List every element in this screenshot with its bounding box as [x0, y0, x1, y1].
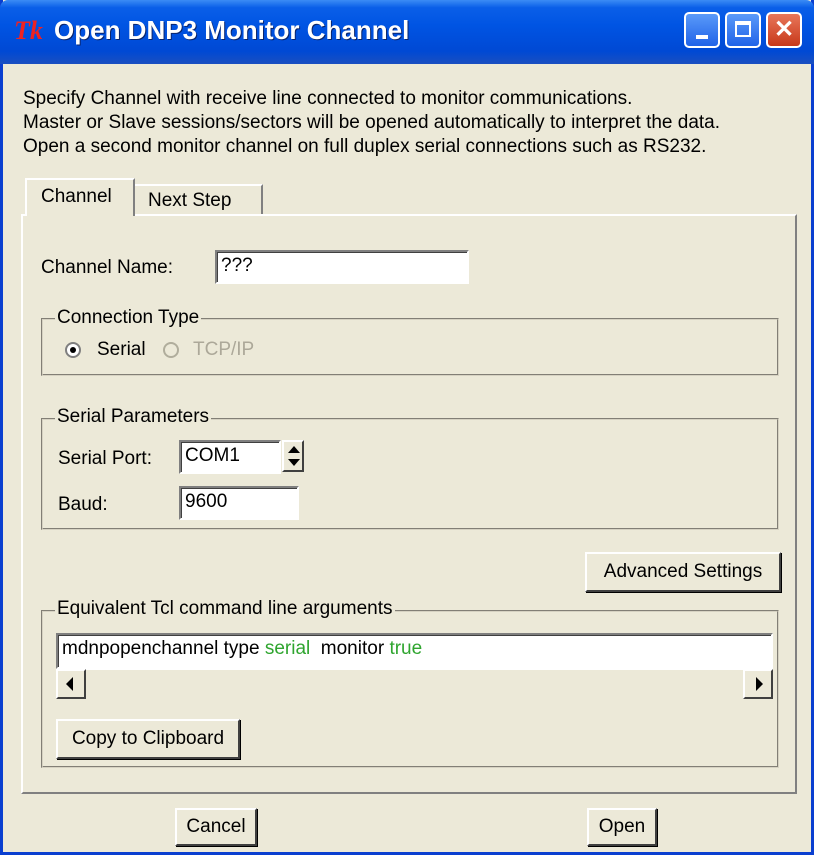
tcl-monitor-key: monitor	[310, 638, 390, 659]
cancel-button[interactable]: Cancel	[175, 808, 257, 846]
serial-port-input[interactable]: COM1	[179, 440, 281, 474]
spin-up-icon[interactable]	[288, 446, 300, 453]
connection-type-legend: Connection Type	[55, 307, 202, 329]
open-button[interactable]: Open	[587, 808, 657, 846]
channel-name-label: Channel Name:	[41, 257, 174, 278]
close-button[interactable]: ✕	[766, 12, 802, 48]
dialog-window: Tk Open DNP3 Monitor Channel ✕ Specify C…	[0, 0, 814, 855]
scroll-track[interactable]	[86, 669, 743, 700]
tcl-monitor-value: true	[389, 638, 423, 659]
serial-parameters-group	[41, 418, 779, 530]
spin-down-icon[interactable]	[288, 459, 300, 466]
tcl-horizontal-scrollbar[interactable]	[56, 669, 773, 700]
title-bar[interactable]: Tk Open DNP3 Monitor Channel ✕	[0, 0, 814, 64]
tcpip-radio	[163, 342, 179, 358]
scroll-left-icon[interactable]	[56, 669, 86, 699]
baud-input[interactable]: 9600	[179, 486, 299, 520]
channel-name-input[interactable]: ???	[215, 250, 469, 284]
tcl-type-value: serial	[264, 638, 311, 659]
copy-to-clipboard-button[interactable]: Copy to Clipboard	[56, 719, 240, 759]
description-line: Open a second monitor channel on full du…	[23, 136, 707, 157]
baud-label: Baud:	[58, 494, 108, 515]
serial-port-label: Serial Port:	[58, 448, 152, 469]
tk-logo-icon: Tk	[14, 16, 43, 45]
tcl-command-prefix: mdnpopenchannel type	[62, 638, 265, 659]
close-icon: ✕	[773, 16, 795, 43]
description-line: Master or Slave sessions/sectors will be…	[23, 112, 721, 133]
window-title: Open DNP3 Monitor Channel	[54, 15, 410, 45]
serial-radio-label[interactable]: Serial	[97, 339, 146, 361]
advanced-settings-button[interactable]: Advanced Settings	[585, 552, 781, 592]
tcpip-radio-label: TCP/IP	[193, 339, 255, 360]
tcl-command-field[interactable]: mdnpopenchannel type serial monitor true	[56, 633, 773, 669]
serial-port-spinner[interactable]	[282, 440, 304, 472]
serial-radio[interactable]	[65, 342, 81, 358]
description-line: Specify Channel with receive line connec…	[23, 88, 633, 109]
scroll-right-icon[interactable]	[743, 669, 773, 699]
tab-channel[interactable]: Channel	[25, 178, 135, 216]
minimize-button[interactable]	[684, 12, 720, 48]
tcl-arguments-legend: Equivalent Tcl command line arguments	[55, 598, 395, 620]
description-text: Specify Channel with receive line connec…	[23, 87, 720, 159]
serial-parameters-legend: Serial Parameters	[55, 406, 212, 428]
tab-next-step[interactable]: Next Step	[135, 184, 263, 216]
maximize-button[interactable]	[725, 12, 761, 48]
